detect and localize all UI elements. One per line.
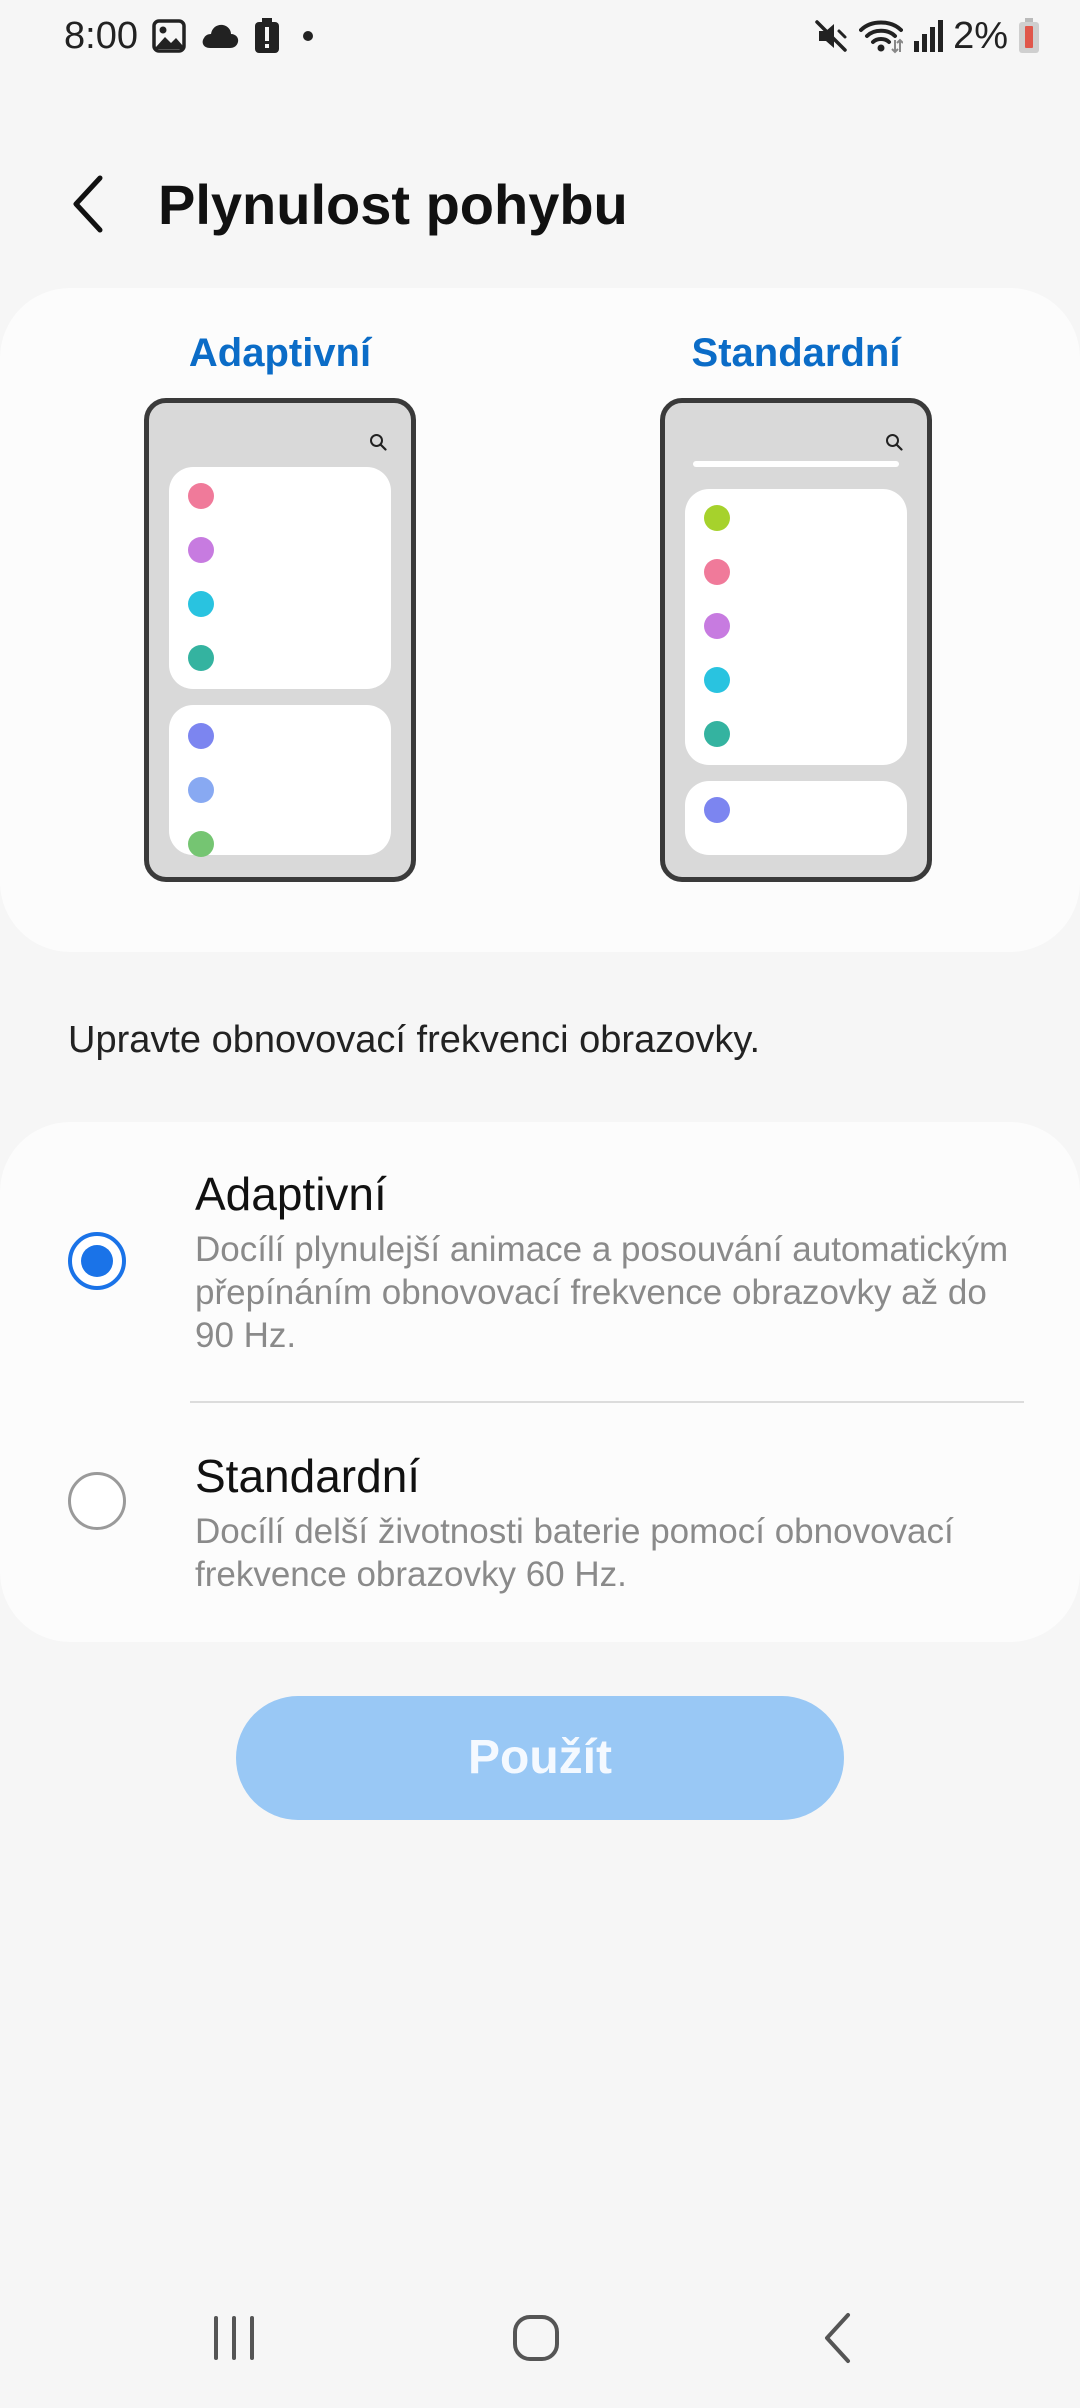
battery-alert-icon (254, 18, 280, 54)
color-dot (188, 777, 214, 803)
phone-panel (169, 705, 391, 857)
color-dot (704, 613, 730, 639)
back-button[interactable] (56, 164, 120, 248)
status-bar: 8:00 2% (0, 0, 1080, 72)
color-dot (188, 645, 214, 671)
battery-percent: 2% (953, 15, 1008, 57)
navigation-bar (0, 2290, 1080, 2390)
option-title-adaptive: Adaptivní (195, 1168, 387, 1220)
phone-panel-edge (693, 461, 899, 467)
phone-panel (169, 467, 391, 689)
back-icon (818, 2311, 858, 2370)
phone-illustration-standard (660, 398, 932, 882)
image-icon (152, 19, 186, 53)
mute-icon (813, 18, 849, 54)
preview-label-adaptive: Adaptivní (188, 331, 372, 375)
chevron-left-icon (68, 174, 108, 239)
options-card: Adaptivní Docílí plynulejší animace a po… (0, 1122, 1080, 1642)
preview-adaptive[interactable]: Adaptivní (140, 328, 420, 882)
recent-apps-icon (209, 2315, 259, 2366)
recent-apps-button[interactable] (174, 2300, 294, 2380)
battery-icon (1018, 18, 1040, 54)
home-icon (511, 2313, 561, 2368)
preview-standard[interactable]: Standardní (656, 328, 936, 882)
option-standard[interactable]: Standardní Docílí delší životnosti bater… (0, 1404, 1080, 1642)
apply-button[interactable]: Použít (236, 1696, 844, 1820)
screen-description: Upravte obnovovací frekvenci obrazovky. (68, 1019, 761, 1061)
color-dot (704, 559, 730, 585)
signal-icon (913, 19, 944, 53)
header: Plynulost pohybu (0, 150, 1080, 260)
cloud-icon (200, 22, 240, 50)
option-description-adaptive: Docílí plynulejší animace a posouvání au… (195, 1230, 1009, 1355)
phone-illustration-adaptive (144, 398, 416, 882)
color-dot (188, 537, 214, 563)
search-icon (370, 434, 387, 451)
preview-card: Adaptivní Standardní (0, 288, 1080, 952)
color-dot (188, 591, 214, 617)
preview-label-standard: Standardní (691, 331, 901, 375)
color-dot (704, 505, 730, 531)
radio-adaptive[interactable] (68, 1232, 126, 1290)
radio-standard[interactable] (68, 1472, 126, 1530)
color-dot (188, 831, 214, 857)
option-divider (190, 1401, 1024, 1403)
color-dot (704, 797, 730, 823)
phone-panel (685, 489, 907, 765)
color-dot (188, 723, 214, 749)
wifi-icon (859, 18, 904, 54)
option-adaptive[interactable]: Adaptivní Docílí plynulejší animace a po… (0, 1122, 1080, 1402)
home-button[interactable] (476, 2300, 596, 2380)
color-dot (188, 483, 214, 509)
phone-panel (685, 781, 907, 855)
status-time: 8:00 (64, 15, 138, 57)
nav-back-button[interactable] (778, 2300, 898, 2380)
color-dot (704, 721, 730, 747)
option-description-standard: Docílí delší životnosti baterie pomocí o… (195, 1512, 954, 1594)
status-right-icons: 2% (813, 14, 1040, 58)
search-icon (886, 434, 903, 451)
option-title-standard: Standardní (195, 1450, 421, 1502)
color-dot (704, 667, 730, 693)
page-title: Plynulost pohybu (158, 173, 628, 236)
status-left-icons (152, 16, 322, 56)
dot-icon (294, 26, 322, 46)
